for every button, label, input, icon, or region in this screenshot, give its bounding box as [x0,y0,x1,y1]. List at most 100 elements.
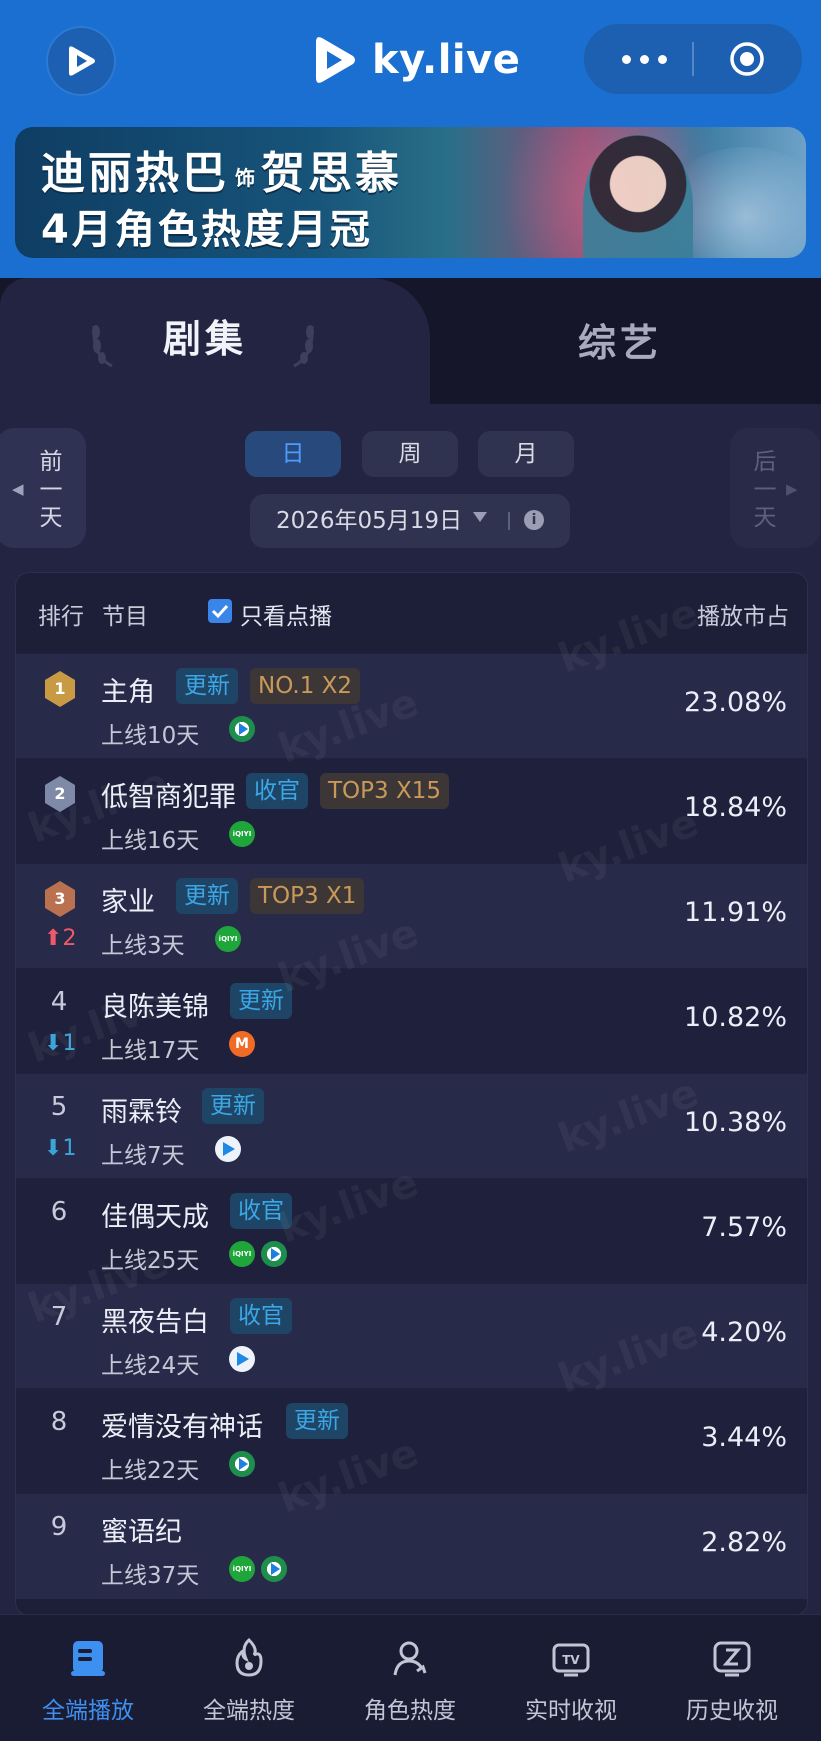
flame-icon [235,1637,263,1677]
banner-name: 迪丽热巴 [41,148,229,199]
tab-all-heat[interactable]: 全端热度 [167,1615,331,1741]
market-share: 18.84% [684,792,787,823]
prev-day-label: 前 一 天 [39,449,63,531]
rank-number: 9 [50,1512,68,1542]
platform-icons [215,1136,241,1164]
market-share: 3.44% [701,1422,787,1453]
market-share: 7.57% [701,1212,787,1243]
status-badge: 更新 [286,1403,348,1439]
rank-number: 5 [50,1092,68,1122]
status-badge: 收官 [246,773,308,809]
mini-program-capsule [584,24,802,94]
next-day-button[interactable]: 后 一 天 ▶ [730,428,820,548]
platform-icons [229,821,255,849]
program-title[interactable]: 雨霖铃 [101,1090,182,1129]
rank-up-indicator: ⬆2 [44,926,76,951]
period-month[interactable]: 月 [478,431,574,477]
top-bar: ky.live 迪丽热巴饰贺思慕 4月角色热度月冠 [0,0,821,290]
play-logo-icon [69,46,95,76]
brand: ky.live [312,30,520,90]
status-badge: 更新 [176,878,238,914]
tencent-icon [261,1241,287,1267]
program-title[interactable]: 主角 [101,670,155,709]
rank-medal-icon: 3 [43,880,77,918]
brand-name: ky.live [372,37,521,83]
tab-drama[interactable]: 剧集 [0,278,430,408]
tab-label: 全端热度 [203,1698,295,1724]
only-vod-checkbox[interactable] [208,599,232,623]
tab-variety-label: 综艺 [577,321,662,365]
play-book-icon [71,1641,105,1676]
tab-label: 角色热度 [364,1698,456,1724]
tab-label: 实时收视 [525,1698,617,1724]
program-title[interactable]: 家业 [101,880,155,919]
days-online: 上线10天 [101,723,200,749]
platform-icons [229,1241,287,1269]
tab-role-heat[interactable]: 角色热度 [328,1615,492,1741]
tab-history-rating[interactable]: 历史收视 [650,1615,814,1741]
program-title[interactable]: 蜜语纪 [101,1510,182,1549]
rank-number: 8 [50,1407,68,1437]
arrow-right-icon: ▶ [786,480,798,498]
arrow-down-icon: ⬇ [44,1136,63,1161]
iqiyi-icon [229,821,255,847]
capsule-divider [692,42,694,76]
program-title[interactable]: 佳偶天成 [101,1195,209,1234]
arrow-left-icon: ◀ [12,480,24,498]
promo-banner[interactable]: 迪丽热巴饰贺思慕 4月角色热度月冠 [15,127,806,258]
more-icon[interactable] [614,36,674,82]
period-day[interactable]: 日 [245,431,341,477]
person-icon [393,1641,427,1676]
status-badge: 更新 [202,1088,264,1124]
iqiyi-icon [215,926,241,952]
achievement-badge: TOP3 X15 [320,773,449,809]
days-online: 上线37天 [101,1563,200,1589]
rank-change: 2 [62,926,77,951]
rank-number: 1 [54,679,66,698]
rank-number: 3 [54,889,66,908]
banner-role: 贺思慕 [261,148,402,199]
achievement-badge: NO.1 X2 [250,668,361,704]
market-share: 11.91% [684,897,787,928]
caret-down-icon [473,512,487,522]
tab-realtime-rating[interactable]: TV 实时收视 [489,1615,653,1741]
market-share: 2.82% [701,1527,787,1558]
youku-icon [229,1346,255,1372]
banner-headline: 迪丽热巴饰贺思慕 [41,137,402,201]
period-week[interactable]: 周 [362,431,458,477]
close-target-icon[interactable] [729,41,765,77]
program-title[interactable]: 黑夜告白 [101,1300,209,1339]
mango-icon [229,1031,255,1057]
home-logo-button[interactable] [48,28,114,94]
tab-variety[interactable]: 综艺 [430,298,821,408]
rank-change: 1 [62,1136,77,1161]
tv-icon: TV [552,1643,590,1677]
table-row[interactable]: 9 蜜语纪上线37天 2.82% [16,1493,807,1599]
youku-icon [215,1136,241,1162]
days-online: 上线3天 [101,933,185,959]
prev-day-button[interactable]: ◀ 前 一 天 [0,428,86,548]
days-online: 上线22天 [101,1458,200,1484]
banner-role-prefix: 饰 [235,165,255,190]
date-picker[interactable]: 2026年05月19日 i [250,494,570,548]
program-title[interactable]: 爱情没有神话 [101,1405,263,1444]
tab-label: 历史收视 [686,1698,778,1724]
next-day-label: 后 一 天 [753,449,777,531]
brand-logo-icon [316,37,355,83]
tencent-icon [229,716,255,742]
bottom-tab-bar: 全端播放 全端热度 角色热度 TV 实时收视 历史收视 [0,1614,821,1741]
iqiyi-icon [229,1241,255,1267]
only-vod-label[interactable]: 只看点播 [240,597,332,631]
platform-icons [229,1031,255,1059]
info-icon[interactable]: i [524,510,544,530]
tencent-icon [229,1451,255,1477]
date-value: 2026年05月19日 [276,508,463,534]
platform-icons [229,1346,255,1374]
market-share: 23.08% [684,687,787,718]
rank-number: 6 [50,1197,68,1227]
days-online: 上线7天 [101,1143,185,1169]
header-rank: 排行 [38,604,84,630]
status-badge: 收官 [230,1298,292,1334]
tab-all-play[interactable]: 全端播放 [6,1615,170,1741]
platform-icons [229,716,255,744]
